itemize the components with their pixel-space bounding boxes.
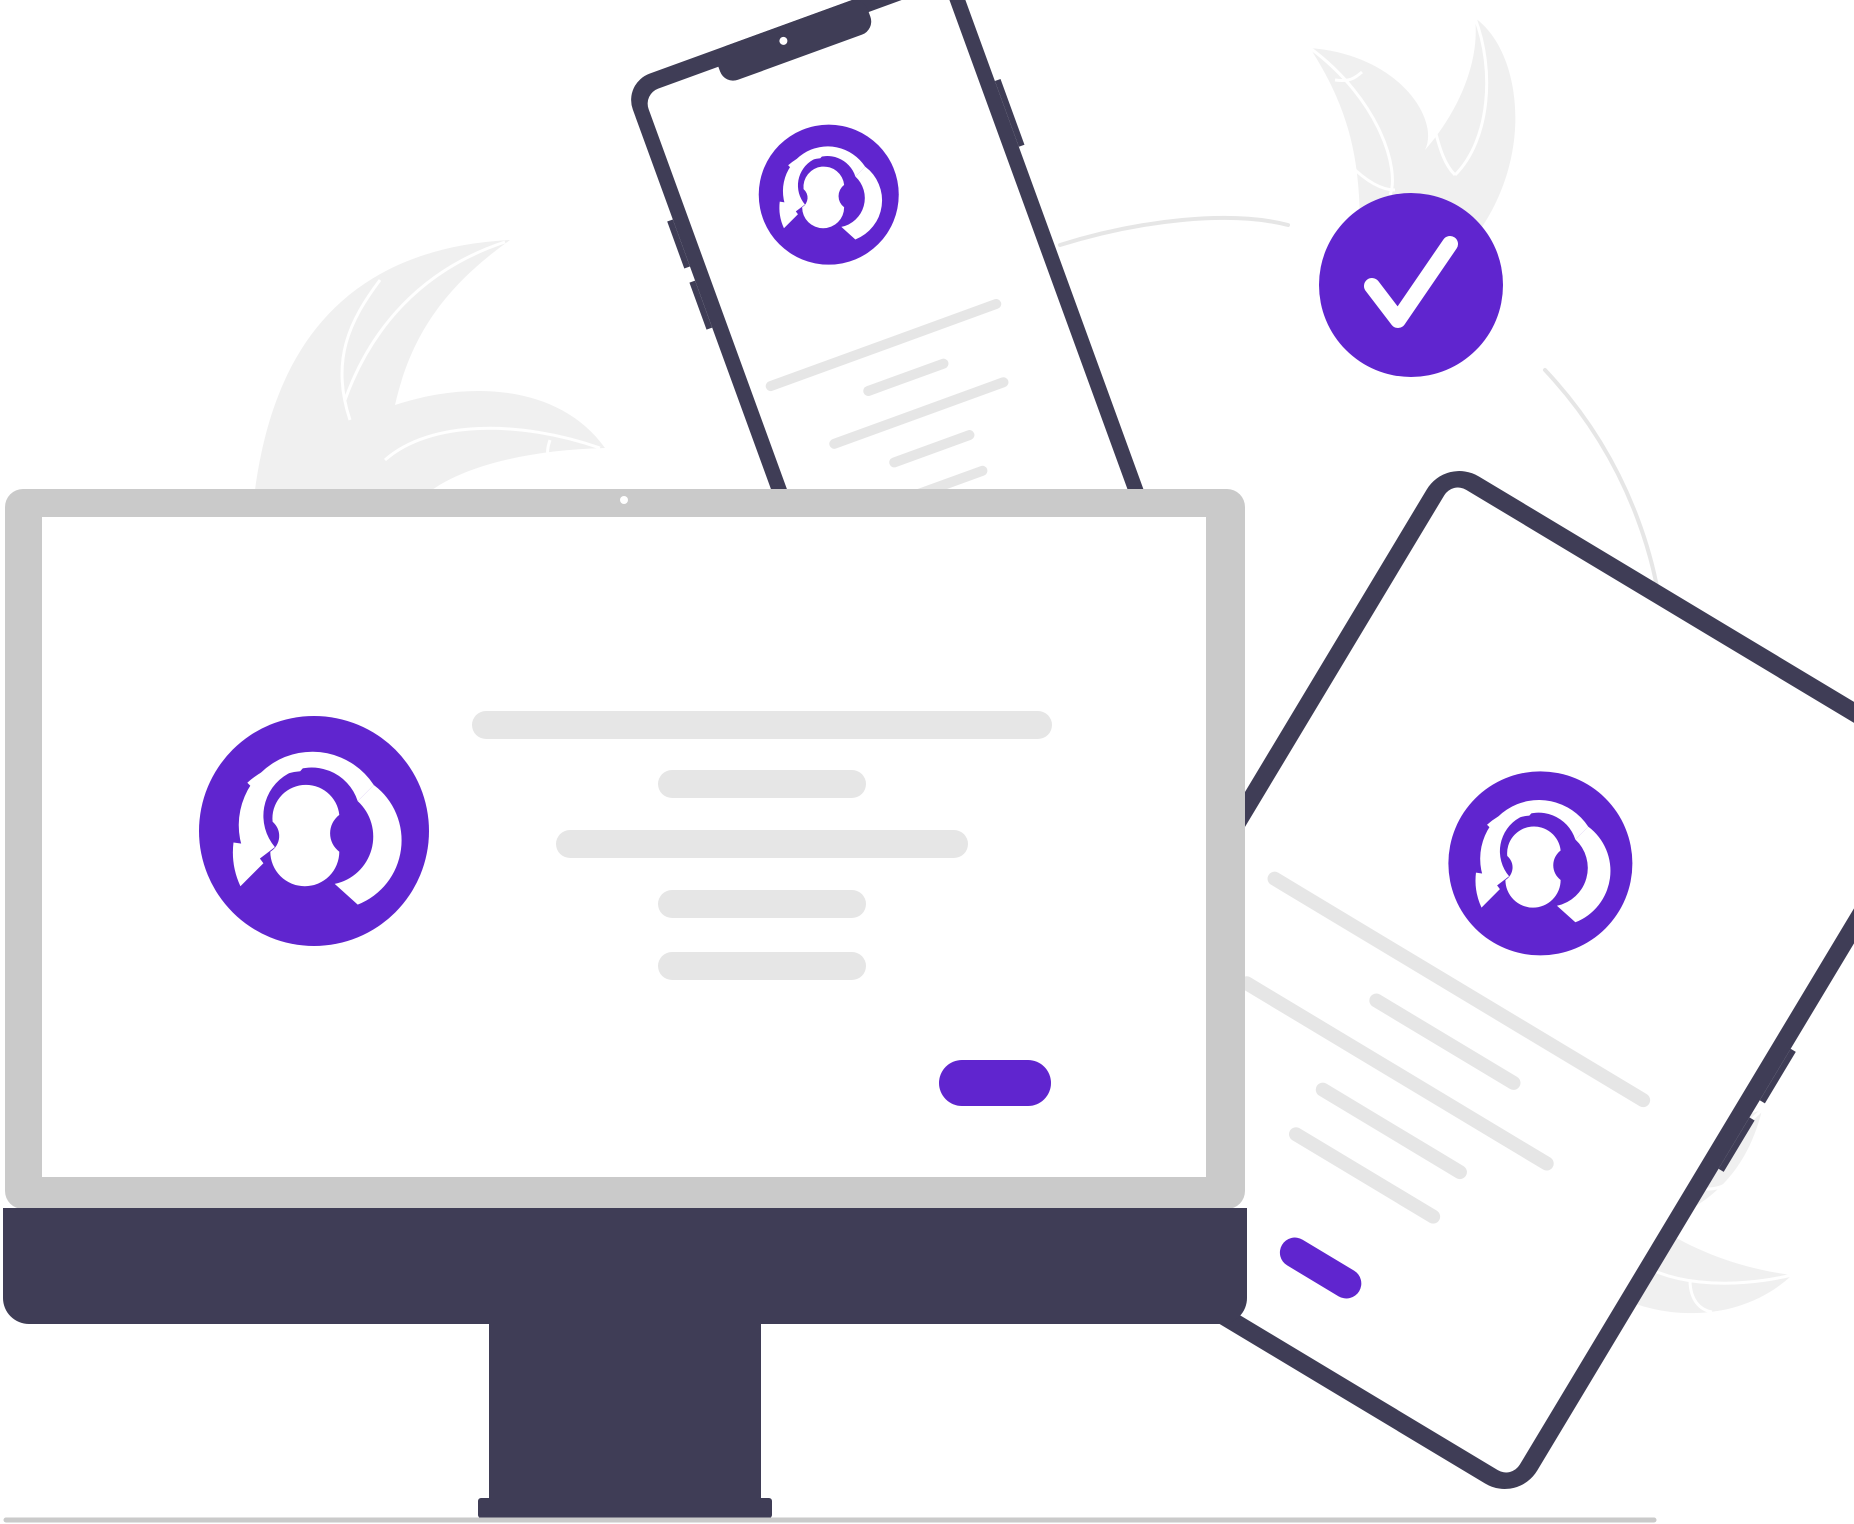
monitor-stand-base <box>478 1498 772 1518</box>
phone-logo-icon <box>758 124 899 265</box>
monitor-stand-neck <box>489 1322 761 1502</box>
monitor-device <box>3 489 1247 1518</box>
checkmark-badge <box>1319 193 1503 377</box>
connector-arc-top <box>1058 215 1290 247</box>
monitor-camera <box>620 496 628 504</box>
leaf-left-decoration <box>255 240 605 500</box>
monitor-logo-icon <box>199 716 429 946</box>
monitor-chin <box>3 1208 1247 1324</box>
devices-illustration <box>3 0 1854 1523</box>
tablet-logo-icon <box>1448 771 1633 956</box>
